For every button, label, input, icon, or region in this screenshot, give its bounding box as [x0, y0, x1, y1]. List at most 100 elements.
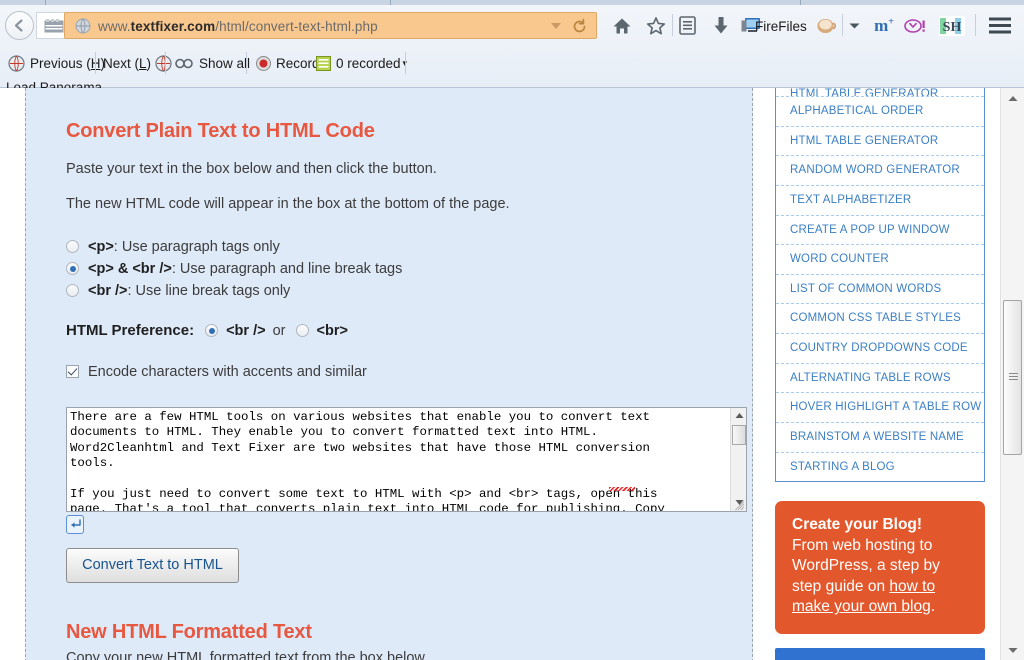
- sidebar-link-11[interactable]: HOVER HIGHLIGHT A TABLE ROW: [776, 393, 984, 423]
- reload-icon[interactable]: [571, 18, 588, 35]
- option-row-br[interactable]: <br />: Use line break tags only: [66, 280, 732, 302]
- radio-br[interactable]: [66, 284, 79, 297]
- downloads-icon: [713, 16, 729, 35]
- back-button[interactable]: [5, 11, 34, 40]
- option-label-p: <p>: Use paragraph tags only: [88, 239, 280, 255]
- recorded-list-icon: [316, 56, 331, 71]
- sidebar-link-9[interactable]: COUNTRY DROPDOWNS CODE: [776, 334, 984, 364]
- sidebar-link-3[interactable]: RANDOM WORD GENERATOR: [776, 156, 984, 186]
- url-bar[interactable]: www.textfixer.com/html/convert-text-html…: [64, 12, 597, 39]
- chevron-down-icon: [849, 22, 860, 30]
- html-preference-row: HTML Preference: <br /> or <br>: [66, 320, 732, 342]
- previous-button[interactable]: Previous (H): [8, 46, 105, 80]
- url-domain: textfixer.com: [131, 19, 216, 34]
- promo-line-1: From web hosting to: [792, 537, 932, 554]
- radio-pref-br-slash[interactable]: [205, 324, 218, 337]
- sidebar-link-12[interactable]: BRAINSTOM A WEBSITE NAME: [776, 423, 984, 453]
- bookmark-star-icon: [646, 16, 666, 36]
- promo-heading: Create your Blog!: [792, 516, 922, 533]
- page-scroll-down-arrow[interactable]: [1001, 640, 1024, 660]
- textarea-scroll-thumb[interactable]: [732, 425, 746, 445]
- enter-key-icon[interactable]: [66, 515, 84, 534]
- m-plus-button[interactable]: m+: [872, 12, 896, 39]
- convert-text-to-html-button[interactable]: Convert Text to HTML: [66, 548, 239, 583]
- show-all-label: Show all: [199, 56, 250, 71]
- next-button[interactable]: Next (L): [103, 46, 172, 80]
- promo-link-part-2[interactable]: make your own blog: [792, 598, 931, 615]
- promo-box[interactable]: Create your Blog! From web hosting to Wo…: [775, 501, 985, 634]
- sidebar-link-13[interactable]: STARTING A BLOG: [776, 453, 984, 482]
- page-scroll-up-arrow[interactable]: [1001, 88, 1024, 108]
- option-row-p-br[interactable]: <p> & <br />: Use paragraph and line bre…: [66, 258, 732, 280]
- previous-label: Previous (H): [30, 56, 105, 71]
- sidebar: HTML TABLE GENERATOR ALPHABETICAL ORDER …: [775, 88, 985, 660]
- input-textarea-wrapper: There are a few HTML tools on various we…: [66, 407, 747, 512]
- record-button[interactable]: Record: [256, 46, 320, 80]
- intro-paragraph-2: The new HTML code will appear in the box…: [46, 178, 732, 213]
- sidebar-link-7[interactable]: LIST OF COMMON WORDS: [776, 275, 984, 305]
- m-plus-icon: m+: [874, 16, 894, 36]
- sidebar-link-6[interactable]: WORD COUNTER: [776, 245, 984, 275]
- bookmark-button[interactable]: [644, 12, 668, 39]
- promo-period: .: [931, 598, 935, 615]
- url-path: /html/convert-text-html.php: [215, 19, 378, 34]
- url-dropdown-icon[interactable]: [551, 23, 561, 29]
- result-text: Copy your new HTML formatted text from t…: [46, 644, 732, 660]
- svg-text:SH: SH: [943, 20, 962, 35]
- hamburger-menu-button[interactable]: [986, 12, 1014, 39]
- page-scrollbar[interactable]: [1000, 88, 1024, 660]
- downloads-button[interactable]: [710, 12, 732, 39]
- overflow-chevron-button[interactable]: [845, 12, 863, 39]
- sidebar-link-10[interactable]: ALTERNATING TABLE ROWS: [776, 364, 984, 394]
- radio-p[interactable]: [66, 240, 79, 253]
- sidebar-link-8[interactable]: COMMON CSS TABLE STYLES: [776, 304, 984, 334]
- input-textarea[interactable]: There are a few HTML tools on various we…: [66, 407, 747, 512]
- spellcheck-squiggle: [609, 487, 635, 491]
- next-panorama-icon: [155, 55, 172, 72]
- coffee-cup-button[interactable]: [815, 12, 839, 39]
- blue-ad-banner[interactable]: [775, 648, 985, 660]
- textarea-scroll-up-arrow[interactable]: [731, 408, 747, 424]
- firefiles-label: FireFiles: [755, 19, 807, 34]
- site-identity-icon: [44, 19, 64, 34]
- option-row-p[interactable]: <p>: Use paragraph tags only: [66, 236, 732, 258]
- enter-arrow-icon: [70, 519, 81, 530]
- encode-checkbox[interactable]: [66, 365, 79, 378]
- recorded-label: 0 recorded: [336, 56, 401, 71]
- sidebar-link-5[interactable]: CREATE A POP UP WINDOW: [776, 216, 984, 246]
- coffee-cup-icon: [816, 17, 838, 35]
- sidebar-link-1[interactable]: ALPHABETICAL ORDER: [776, 97, 984, 127]
- shr-button[interactable]: SH: [938, 12, 966, 39]
- record-label: Record: [276, 56, 320, 71]
- next-label: Next (L): [103, 56, 151, 71]
- globe-icon: [75, 18, 91, 34]
- main-content: Convert Plain Text to HTML Code Paste yo…: [25, 88, 753, 660]
- home-button[interactable]: [610, 12, 634, 39]
- recorded-dropdown[interactable]: 0 recorded ▾: [316, 46, 407, 80]
- sidebar-link-4[interactable]: TEXT ALPHABETIZER: [776, 186, 984, 216]
- page-scroll-thumb[interactable]: [1003, 300, 1022, 455]
- radio-pref-br[interactable]: [296, 324, 309, 337]
- pref-option-b-label: <br>: [317, 323, 348, 339]
- shr-icon: SH: [939, 16, 965, 36]
- sidebar-link-2[interactable]: HTML TABLE GENERATOR: [776, 127, 984, 157]
- url-text: www.textfixer.com/html/convert-text-html…: [98, 17, 536, 36]
- textarea-resize-grip[interactable]: [735, 501, 745, 511]
- textarea-scrollbar[interactable]: [730, 408, 746, 511]
- yahoo-icon: [904, 18, 928, 34]
- yahoo-button[interactable]: [903, 12, 929, 39]
- sidebar-link-0[interactable]: HTML TABLE GENERATOR: [776, 88, 984, 97]
- show-all-button[interactable]: Show all: [175, 46, 250, 80]
- back-arrow-icon: [11, 17, 28, 34]
- encode-row[interactable]: Encode characters with accents and simil…: [66, 361, 732, 383]
- option-label-p-br: <p> & <br />: Use paragraph and line bre…: [88, 261, 402, 277]
- promo-line-2: WordPress, a step by: [792, 557, 940, 574]
- hamburger-menu-icon: [989, 17, 1011, 34]
- home-icon: [612, 16, 632, 36]
- browser-window: www.textfixer.com/html/convert-text-html…: [0, 0, 1024, 660]
- promo-link-part-1[interactable]: how to: [889, 578, 935, 595]
- page-scroll-grip: [1009, 373, 1018, 382]
- reading-list-button[interactable]: [676, 12, 698, 39]
- url-prefix: www.: [98, 19, 131, 34]
- radio-p-br[interactable]: [66, 262, 79, 275]
